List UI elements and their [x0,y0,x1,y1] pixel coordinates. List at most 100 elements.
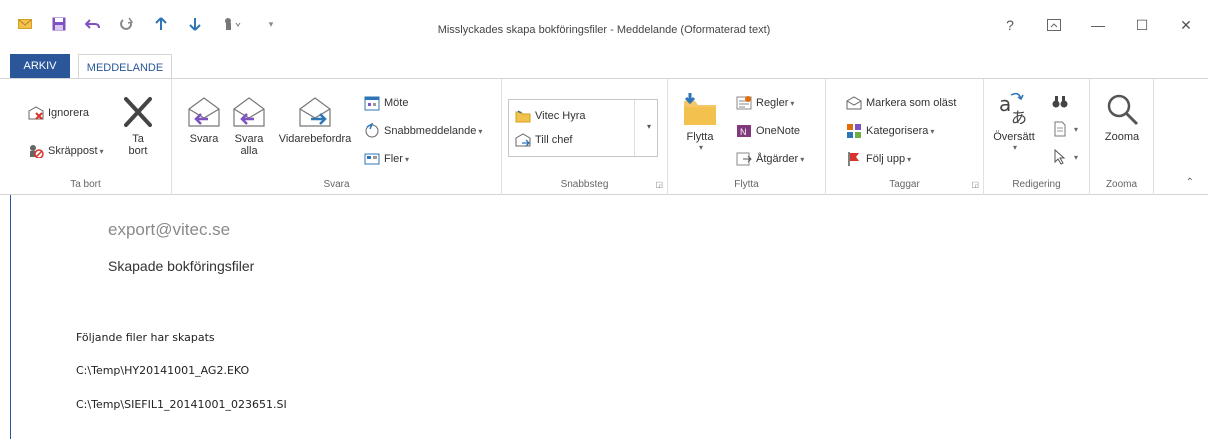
magnifier-icon [1107,94,1139,126]
message-subject: Skapade bokföringsfiler [108,258,255,274]
group-label-ta-bort: Ta bort [70,179,101,190]
folj-upp-button[interactable]: Följ upp ▾ [846,151,911,167]
oversatt-label: Översätt [993,131,1035,143]
snabbmeddelande-button[interactable]: Snabbmeddelande ▾ [364,123,482,139]
mote-label: Möte [384,97,409,109]
chevron-down-icon: ▾ [1074,152,1079,162]
chevron-down-icon: ▾ [790,98,795,108]
onenote-button[interactable]: N OneNote [736,123,800,139]
group-ta-bort: Ignorera Skräppost ▾ Ta bort Ta bort [0,79,172,195]
close-button[interactable]: ✕ [1164,14,1208,36]
atgarder-label: Åtgärder [756,153,799,165]
meeting-icon [364,95,380,111]
sender-address: export@vitec.se [108,220,231,239]
window-controls: ? — ☐ ✕ [988,14,1208,36]
folder-move-icon [515,108,531,124]
sok-button[interactable] [1052,93,1072,109]
ribbon: Ignorera Skräppost ▾ Ta bort Ta bort Svar… [0,79,1208,195]
group-label-snabbsteg: Snabbsteg [560,179,609,190]
svg-text:あ: あ [1011,108,1027,127]
reply-all-icon [233,97,265,127]
chevron-down-icon: ▾ [478,126,483,136]
flytta-button[interactable]: Flytta ▾ [678,91,722,152]
dialog-launcher-icon[interactable]: ◲ [971,180,979,189]
categorize-icon [846,123,862,139]
fler-button[interactable]: Fler ▾ [364,151,409,167]
markera-som-olast-button[interactable]: Markera som oläst [846,95,956,111]
flytta-label: Flytta [686,131,714,143]
body-line: Följande filer har skapats [76,331,215,344]
translate-icon: aあ [999,92,1027,127]
kategorisera-button[interactable]: Kategorisera ▾ [846,123,934,139]
svara-alla-label-2: alla [240,145,258,157]
forward-to-manager-icon [515,132,531,148]
quick-steps-more-icon[interactable]: ▾ [647,122,651,131]
vidarebefordra-button[interactable]: Vidarebefordra [274,95,356,145]
ta-bort-button[interactable]: Ta bort [118,95,158,157]
kategorisera-label: Kategorisera [866,125,929,137]
chevron-down-icon: ▾ [99,146,104,156]
binoculars-icon [1052,93,1068,109]
regler-label: Regler [756,97,789,109]
minimize-button[interactable]: — [1076,14,1120,36]
quick-step-label-2: Till chef [535,134,573,146]
skrappost-button[interactable]: Skräppost ▾ [28,143,104,159]
ta-bort-label-1: Ta [132,133,144,145]
svg-text:N: N [740,127,747,137]
group-label-zooma: Zooma [1105,179,1138,190]
instant-message-icon [364,123,380,139]
body-line: C:\Temp\SIEFIL1_20141001_023651.SI [76,398,287,411]
maximize-button[interactable]: ☐ [1120,14,1164,36]
forward-icon [299,97,331,127]
document-icon [1052,121,1068,137]
tab-meddelande[interactable]: MEDDELANDE [78,54,172,80]
zooma-button[interactable]: Zooma [1096,91,1148,143]
tab-arkiv[interactable]: ARKIV [10,54,70,78]
zooma-label: Zooma [1104,131,1140,143]
regler-button[interactable]: Regler ▾ [736,95,794,111]
group-label-taggar: Taggar [889,179,920,190]
ta-bort-label-2: bort [128,145,148,157]
rules-icon [736,95,752,111]
move-folder-icon [684,93,716,125]
ignore-conversation-icon [28,105,44,121]
snabbmeddelande-label: Snabbmeddelande [384,125,477,137]
atgarder-button[interactable]: Åtgärder ▾ [736,151,804,167]
relaterat-button[interactable]: ▾ [1052,121,1078,137]
svg-text:a: a [999,92,1011,116]
quick-step-vitec-hyra[interactable]: Vitec Hyra [515,108,586,124]
help-button[interactable]: ? [988,14,1032,36]
fler-label: Fler [384,153,403,165]
svara-alla-button[interactable]: Svara alla [228,95,270,157]
mote-button[interactable]: Möte [364,95,408,111]
group-zooma: Zooma Zooma [1090,79,1154,195]
oversatt-button[interactable]: aあ Översätt ▾ [990,91,1038,152]
delete-x-icon [124,97,152,127]
quick-step-till-chef[interactable]: Till chef [515,132,573,148]
reply-icon [188,97,220,127]
chevron-down-icon: ▾ [1074,124,1079,134]
chevron-down-icon: ▾ [907,154,912,164]
dialog-launcher-icon[interactable]: ◲ [655,180,663,189]
collapse-ribbon-icon[interactable]: ⌃ [1186,177,1194,188]
ignorera-button[interactable]: Ignorera [28,105,89,121]
junk-icon [28,143,44,159]
group-svara: Svara Svara alla Vidarebefordra Möte Sna… [172,79,502,195]
ignorera-label: Ignorera [48,107,89,119]
svara-button[interactable]: Svara [184,95,224,145]
onenote-label: OneNote [756,125,801,137]
chevron-down-icon: ▾ [404,154,409,164]
svara-alla-label-1: Svara [234,133,264,145]
skrappost-label: Skräppost [48,145,98,157]
body-border [10,195,11,439]
markera-button[interactable]: ▾ [1052,149,1078,165]
group-taggar: Markera som oläst Kategorisera ▾ Följ upp… [826,79,984,195]
ribbon-tabs: ARKIV MEDDELANDE [10,54,172,80]
ribbon-display-icon[interactable] [1032,14,1076,36]
mark-unread-icon [846,95,862,111]
chevron-down-icon: ▾ [698,143,703,152]
flag-icon [846,151,862,167]
cursor-icon [1052,149,1068,165]
more-icon [364,151,380,167]
chevron-down-icon: ▾ [930,126,935,136]
